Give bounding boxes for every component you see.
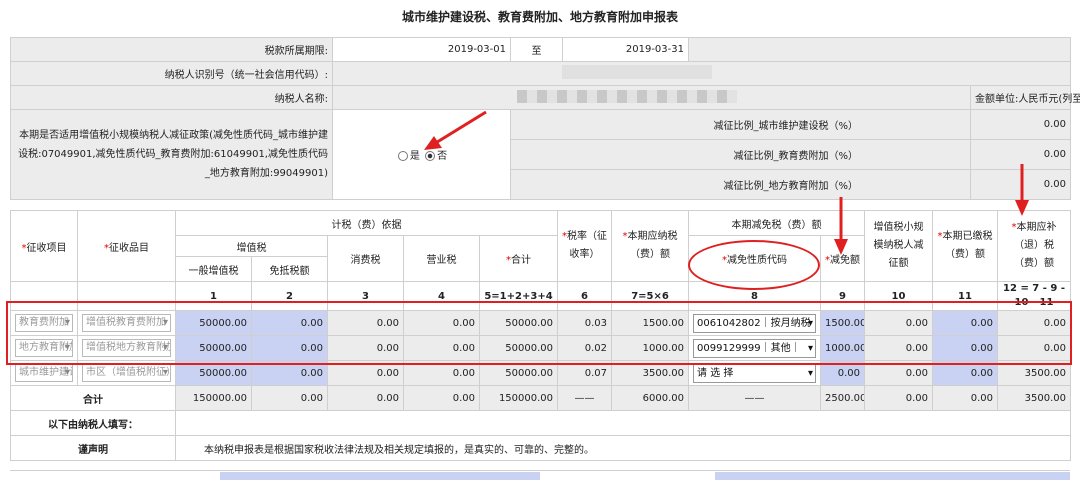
taxpayer-name-redacted [517, 89, 737, 103]
chevron-down-icon: ▾ [807, 367, 814, 379]
chevron-down-icon: ▾ [64, 367, 70, 378]
declaration-label: 谨声明 [10, 435, 176, 461]
period-to-label: 至 [510, 37, 563, 62]
ratio-label-education: 减征比例_教育费附加（%） [510, 139, 971, 170]
page-title: 城市维护建设税、教育费附加、地方教育附加申报表 [401, 10, 678, 24]
arrow-to-due-amount-icon [1015, 164, 1029, 216]
period-blank [688, 37, 1071, 62]
header-item: *征收项目 [10, 210, 78, 282]
total-exempt: 0.00 [251, 385, 328, 411]
total-payable: 6000.00 [611, 385, 690, 411]
header-vat-general: 一般增值税 [175, 256, 252, 282]
fill-blank [174, 410, 1072, 436]
total-consumption: 0.00 [327, 385, 404, 411]
ratio-label-urban: 减征比例_城市维护建设税（%） [510, 109, 971, 140]
header-business: 营业税 [403, 235, 480, 282]
total-due: 3500.00 [997, 385, 1072, 411]
header-subitem: *征收品目 [77, 210, 176, 282]
header-sum: *合计 [478, 235, 559, 282]
chevron-down-icon: ▾ [162, 367, 168, 378]
currency-unit-label: 金额单位:人民币元(列至角分) [970, 85, 1080, 110]
total-rate: —— [557, 385, 613, 411]
radio-yes-icon[interactable] [397, 151, 408, 161]
total-row: 合计 150000.00 0.00 0.00 0.00 150000.00 ——… [10, 385, 1072, 411]
header-small-scale: 增值税小规模纳税人减征额 [864, 210, 934, 282]
header-basis: 计税（费）依据 [174, 210, 559, 236]
taxpayer-id-label: 纳税人识别号（统一社会信用代码）: [10, 61, 333, 86]
radio-yes-label: 是 [409, 151, 420, 162]
ratio-label-local-education: 减征比例_地方教育附加（%） [510, 169, 971, 200]
taxpayer-name-label: 纳税人名称: [10, 85, 333, 110]
total-code: —— [688, 385, 822, 411]
declaration-info-table: 税款所属期限: 2019-03-01 至 2019-03-31 纳税人识别号（统… [10, 37, 1080, 200]
header-payable: *本期应纳税（费）额 [611, 210, 690, 282]
total-small: 0.00 [864, 385, 934, 411]
arrow-to-no-radio-icon [424, 110, 487, 150]
total-business: 0.00 [403, 385, 480, 411]
taxpayer-name-value [332, 85, 971, 110]
period-label: 税款所属期限: [10, 37, 333, 62]
total-label: 合计 [10, 385, 176, 411]
total-relief: 2500.00 [820, 385, 866, 411]
highlight-box [6, 301, 1072, 365]
highlight-ellipse [688, 240, 820, 290]
header-paid: *本期已缴税（费）额 [932, 210, 999, 282]
header-due: *本期应补（退）税（费）额 [997, 210, 1072, 282]
declaration-text: 本纳税申报表是根据国家税收法律法规及相关规定填报的，是真实的、可靠的、完整的。 [174, 435, 1072, 461]
fill-label: 以下由纳税人填写： [10, 410, 176, 436]
header-vat-exempt: 免抵税额 [251, 256, 328, 282]
period-end-field[interactable]: 2019-03-31 [562, 37, 689, 62]
period-start-field[interactable]: 2019-03-01 [332, 37, 511, 62]
header-consumption: 消费税 [327, 235, 404, 282]
total-paid: 0.00 [932, 385, 999, 411]
total-sum: 150000.00 [478, 385, 559, 411]
policy-question: 本期是否适用增值税小规模纳税人减征政策(减免性质代码_城市维护建设税:07049… [10, 109, 333, 200]
taxpayer-id-value [332, 61, 1071, 86]
total-vat: 150000.00 [175, 385, 252, 411]
ratio-value-urban: 0.00 [970, 109, 1071, 140]
taxpayer-id-redacted [562, 65, 712, 79]
arrow-to-relief-amount-icon [834, 197, 848, 255]
header-vat: 增值税 [175, 235, 328, 257]
header-rate: *税率（征收率） [557, 210, 613, 282]
